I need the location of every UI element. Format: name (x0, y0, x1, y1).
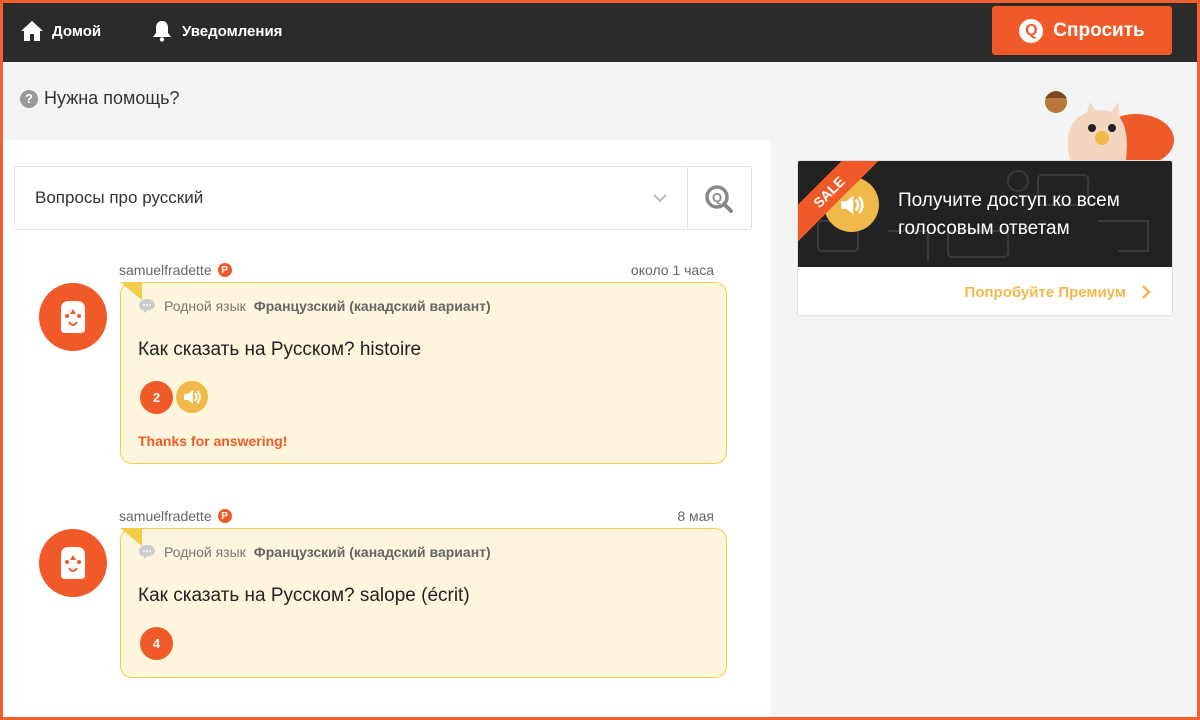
promo-banner: SALE Получите доступ ко всем голосовым о… (798, 161, 1172, 267)
answer-count-badge: 2 (140, 381, 173, 414)
question-time: 8 мая (677, 508, 714, 524)
promo-text: Получите доступ ко всем голосовым ответа… (898, 190, 1120, 239)
question-bubble[interactable]: Родной язык Французский (канадский вариа… (120, 528, 727, 678)
questions-panel: Вопросы про русский Q samuelfradette P о… (3, 140, 771, 720)
question-time: около 1 часа (630, 262, 714, 278)
speech-icon (139, 545, 155, 559)
native-language: Родной язык Французский (канадский вариа… (138, 544, 491, 560)
question-bubble[interactable]: Родной язык Французский (канадский вариа… (120, 282, 727, 464)
svg-text:Q: Q (712, 190, 722, 205)
user-avatar[interactable] (39, 529, 107, 597)
question-username[interactable]: samuelfradette P (119, 508, 232, 524)
nav-home-label: Домой (52, 22, 102, 40)
speech-icon (139, 299, 155, 313)
cat-mascot-icon (1045, 91, 1174, 164)
question-mark-icon: ? (20, 89, 38, 108)
ask-button-label: Спросить (1053, 19, 1145, 41)
answer-count-badge: 4 (140, 627, 173, 660)
help-label: Нужна помощь? (44, 88, 180, 108)
chevron-down-icon[interactable] (651, 189, 669, 207)
question-text: Как сказать на Русском? histoire (138, 339, 422, 360)
nav-home-link[interactable]: Домой (20, 0, 101, 62)
premium-badge-icon: P (217, 509, 232, 523)
q-logo-icon: Q (1019, 18, 1044, 43)
premium-badge-icon: P (217, 263, 232, 277)
avatar-face-icon (61, 301, 85, 333)
question-username[interactable]: samuelfradette P (119, 262, 232, 278)
ask-button[interactable]: Q Спросить (992, 6, 1172, 55)
nav-notifications-link[interactable]: Уведомления (150, 0, 282, 62)
try-premium-link[interactable]: Попробуйте Премиум (964, 267, 1156, 315)
audio-answer-badge (174, 379, 210, 415)
native-language: Родной язык Французский (канадский вариа… (138, 298, 491, 314)
help-link[interactable]: ? Нужна помощь? (20, 88, 180, 109)
avatar-face-icon (61, 547, 85, 579)
question-filter-box[interactable]: Вопросы про русский Q (14, 166, 752, 230)
premium-promo-card[interactable]: SALE Получите доступ ко всем голосовым о… (797, 160, 1173, 316)
native-lang: Французский (канадский вариант) (253, 298, 491, 314)
native-label: Родной язык (164, 298, 246, 314)
native-label: Родной язык (164, 544, 246, 560)
speaker-icon (184, 390, 201, 404)
filter-divider (687, 167, 688, 229)
nav-notifications-label: Уведомления (182, 22, 283, 40)
username-text: samuelfradette (119, 508, 212, 524)
home-icon (21, 21, 43, 41)
username-text: samuelfradette (119, 262, 212, 278)
search-icon[interactable]: Q (703, 183, 735, 215)
question-text: Как сказать на Русском? salope (écrit) (138, 585, 470, 606)
bell-icon (153, 21, 171, 42)
thanks-message: Thanks for answering! (138, 433, 288, 449)
filter-label: Вопросы про русский (35, 188, 204, 207)
try-premium-label: Попробуйте Премиум (964, 283, 1126, 301)
top-nav-bar: Домой Уведомления Q Спросить (0, 0, 1200, 62)
native-lang: Французский (канадский вариант) (253, 544, 491, 560)
chevron-right-icon (1142, 285, 1151, 299)
user-avatar[interactable] (39, 283, 107, 351)
